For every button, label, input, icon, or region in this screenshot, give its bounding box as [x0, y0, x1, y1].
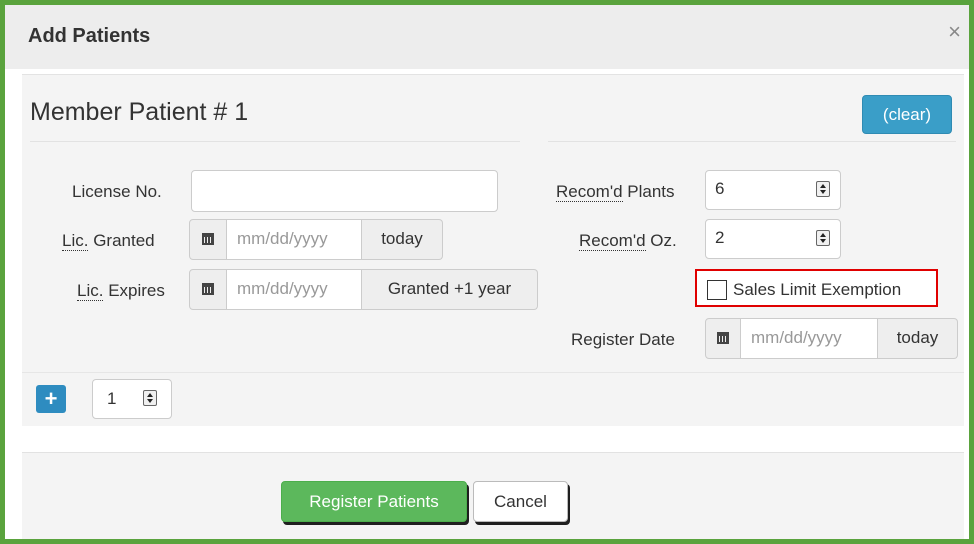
patient-count-stepper[interactable]: 1 — [92, 379, 172, 419]
register-patients-button[interactable]: Register Patients — [281, 481, 467, 522]
lic-granted-label: Lic. Granted — [62, 231, 155, 251]
calendar-icon[interactable] — [189, 219, 227, 260]
dialog-title: Add Patients — [28, 25, 151, 47]
lic-expires-label: Lic. Expires — [77, 281, 165, 301]
spinner-icon[interactable] — [816, 181, 830, 197]
spinner-icon[interactable] — [816, 230, 830, 246]
recom-oz-label-rest: Oz. — [645, 231, 677, 250]
lic-expires-date-input[interactable]: mm/dd/yyyy — [227, 269, 362, 310]
lic-granted-date-input[interactable]: mm/dd/yyyy — [227, 219, 362, 260]
license-no-label: License No. — [72, 182, 162, 201]
recomd-abbr: Recom'd — [579, 231, 646, 251]
sales-limit-exemption-label: Sales Limit Exemption — [733, 280, 902, 299]
calendar-icon[interactable] — [705, 318, 741, 359]
register-date-input[interactable]: mm/dd/yyyy — [741, 318, 878, 359]
divider — [30, 141, 520, 142]
calendar-icon[interactable] — [189, 269, 227, 310]
recom-plants-label-rest: Plants — [622, 182, 675, 201]
recomd-abbr: Recom'd — [556, 182, 623, 202]
granted-plus-one-year-button[interactable]: Granted +1 year — [362, 269, 538, 310]
sales-limit-exemption-checkbox[interactable] — [707, 280, 727, 300]
recom-oz-value: 2 — [715, 228, 725, 247]
recom-plants-stepper[interactable]: 6 — [705, 170, 841, 210]
lic-abbr: Lic. — [62, 231, 89, 251]
clear-button[interactable]: (clear) — [862, 95, 952, 134]
license-no-input[interactable] — [191, 170, 498, 212]
add-patient-button[interactable]: + — [36, 385, 66, 413]
register-date-label: Register Date — [571, 330, 675, 349]
patient-count-value: 1 — [107, 389, 117, 408]
add-patient-bar: + 1 — [22, 372, 964, 426]
recom-plants-label: Recom'd Plants — [556, 182, 675, 202]
spinner-icon[interactable] — [143, 390, 157, 406]
member-patient-heading: Member Patient # 1 — [30, 98, 249, 126]
sales-limit-exemption-highlight: Sales Limit Exemption — [695, 269, 938, 307]
lic-expires-label-rest: Expires — [103, 281, 165, 300]
dialog-header: Add Patients × — [5, 5, 969, 69]
recom-oz-label: Recom'd Oz. — [579, 231, 677, 251]
recom-plants-value: 6 — [715, 179, 725, 198]
close-icon[interactable]: × — [948, 21, 961, 43]
cancel-button[interactable]: Cancel — [473, 481, 568, 522]
lic-granted-today-button[interactable]: today — [362, 219, 443, 260]
divider — [548, 141, 956, 142]
lic-granted-label-rest: Granted — [88, 231, 155, 250]
recom-oz-stepper[interactable]: 2 — [705, 219, 841, 259]
register-date-today-button[interactable]: today — [878, 318, 958, 359]
lic-abbr: Lic. — [77, 281, 104, 301]
